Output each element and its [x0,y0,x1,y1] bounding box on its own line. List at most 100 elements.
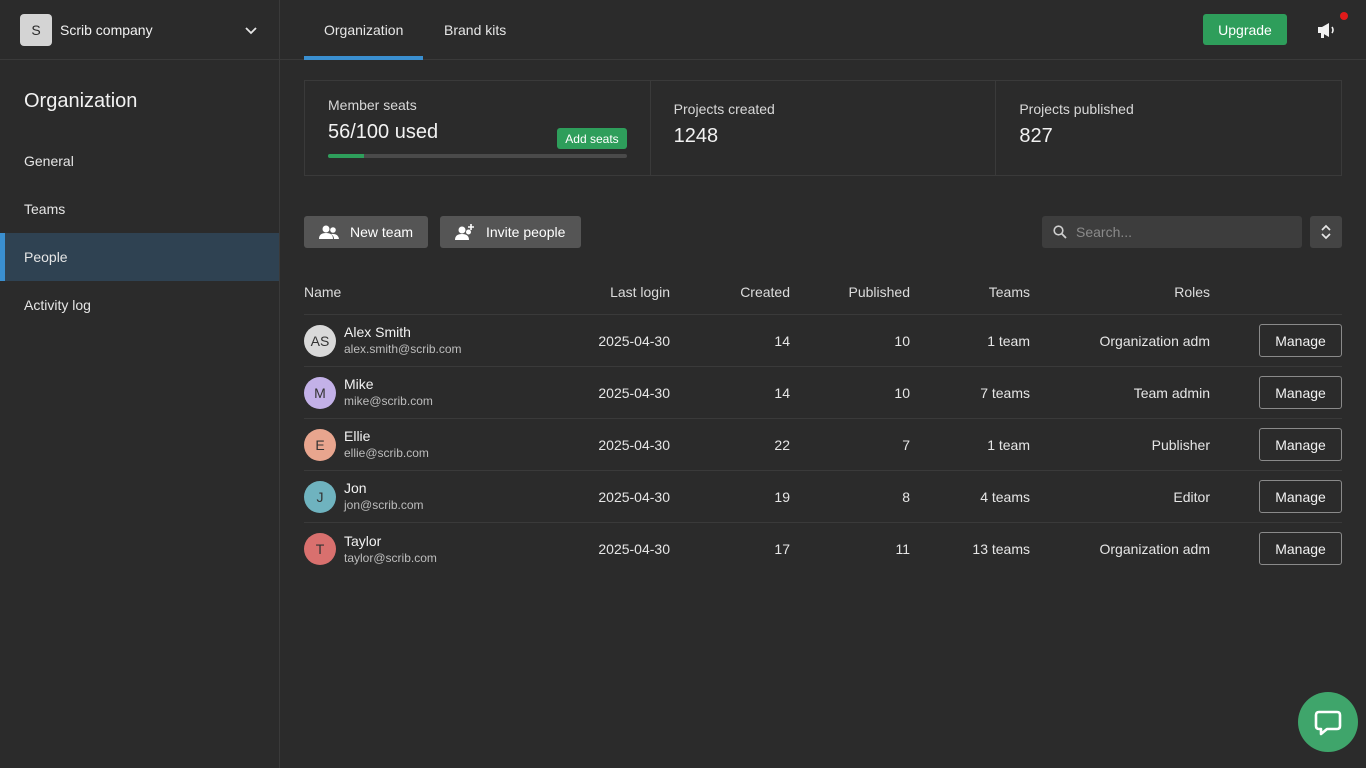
person-cell: M Mike mike@scrib.com [304,367,433,418]
stat-projects-published: Projects published 827 [995,81,1341,175]
stat-label: Projects published [1019,101,1134,117]
teams-cell: 1 team [987,436,1030,453]
megaphone-icon[interactable] [1314,17,1340,43]
avatar: J [304,480,336,513]
add-seats-button[interactable]: Add seats [557,128,627,149]
table-row: AS Alex Smith alex.smith@scrib.com 2025-… [304,315,1342,367]
person-name: Mike [344,376,374,392]
search-icon [1053,225,1067,239]
sort-icon [1321,224,1331,240]
seats-progress-fill [328,154,364,158]
header-last-login[interactable]: Last login [610,270,670,314]
person-info: Mike mike@scrib.com [344,376,433,409]
add-person-icon [455,224,474,240]
table-row: E Ellie ellie@scrib.com 2025-04-30 22 7 … [304,419,1342,471]
tab-label: Brand kits [444,22,507,38]
manage-button[interactable]: Manage [1259,480,1342,513]
person-info: Alex Smith alex.smith@scrib.com [344,324,462,357]
tab-brand-kits[interactable]: Brand kits [424,0,526,60]
stat-value: 1248 [673,125,719,147]
chat-button[interactable] [1298,692,1358,752]
notification-dot [1340,12,1348,20]
person-name: Ellie [344,428,371,444]
manage-button[interactable]: Manage [1259,532,1342,565]
sidebar-item-label: People [24,249,68,265]
header-published[interactable]: Published [849,270,911,314]
upgrade-button[interactable]: Upgrade [1203,14,1287,45]
header-created[interactable]: Created [740,270,790,314]
manage-button[interactable]: Manage [1259,324,1342,357]
top-header: Organization Brand kits Upgrade [280,0,1366,60]
chevron-down-icon [245,26,257,34]
stat-label: Projects created [673,101,775,117]
manage-button[interactable]: Manage [1259,428,1342,461]
manage-button[interactable]: Manage [1259,376,1342,409]
last-login-cell: 2025-04-30 [598,332,670,349]
stat-projects-created: Projects created 1248 [649,81,996,175]
search-box [1042,216,1302,248]
role-cell: Editor [1173,488,1210,505]
last-login-cell: 2025-04-30 [598,488,670,505]
sidebar-item-label: Teams [24,201,66,217]
created-cell: 19 [774,488,790,505]
avatar: T [304,533,336,565]
new-team-button[interactable]: New team [304,216,428,248]
role-cell: Organization adm [1099,332,1210,349]
company-avatar: S [20,13,52,46]
created-cell: 17 [774,541,790,557]
avatar: AS [304,324,336,357]
created-cell: 22 [774,436,790,453]
person-email: jon@scrib.com [344,498,424,512]
sidebar-item-activity-log[interactable]: Activity log [0,281,279,329]
tab-organization[interactable]: Organization [304,0,424,60]
published-cell: 7 [902,436,910,453]
header-roles[interactable]: Roles [1174,270,1210,314]
sidebar-item-teams[interactable]: Teams [0,185,279,233]
teams-cell: 7 teams [980,384,1030,401]
header-teams[interactable]: Teams [989,270,1030,314]
person-email: ellie@scrib.com [344,446,429,460]
avatar: E [304,428,336,461]
last-login-cell: 2025-04-30 [598,436,670,453]
company-name: Scrib company [60,21,153,38]
avatar: M [304,376,336,409]
person-cell: T Taylor taylor@scrib.com [304,523,437,575]
sidebar-item-general[interactable]: General [0,137,279,185]
seats-progress-bar [328,154,627,158]
invite-people-label: Invite people [486,224,566,240]
teams-cell: 4 teams [980,488,1030,505]
person-email: taylor@scrib.com [344,550,437,565]
company-switcher[interactable]: S Scrib company [0,0,279,60]
role-cell: Team admin [1133,384,1210,401]
person-info: Jon jon@scrib.com [344,480,424,513]
person-email: mike@scrib.com [344,394,433,408]
published-cell: 8 [902,488,910,505]
teams-cell: 13 teams [972,541,1030,557]
sort-button[interactable] [1310,216,1342,248]
new-team-label: New team [350,224,414,240]
published-cell: 10 [894,332,910,349]
sidebar-item-label: General [24,153,74,169]
person-name: Alex Smith [344,324,411,340]
person-email: alex.smith@scrib.com [344,342,462,356]
invite-people-button[interactable]: Invite people [440,216,581,248]
person-name: Taylor [344,532,382,549]
header-name[interactable]: Name [304,270,341,314]
tab-label: Organization [324,22,404,38]
last-login-cell: 2025-04-30 [598,384,670,401]
stat-label: Member seats [328,97,417,113]
sidebar-title: Organization [24,90,138,112]
stat-value: 827 [1019,125,1053,147]
person-name: Jon [344,480,367,496]
search-input[interactable] [1076,224,1286,240]
sidebar: S Scrib company Organization General Tea… [0,0,280,768]
table-row: T Taylor taylor@scrib.com 2025-04-30 17 … [304,523,1342,575]
teams-cell: 1 team [987,332,1030,349]
last-login-cell: 2025-04-30 [598,541,670,557]
person-cell: AS Alex Smith alex.smith@scrib.com [304,315,462,366]
person-info: Taylor taylor@scrib.com [344,533,437,566]
person-cell: E Ellie ellie@scrib.com [304,419,429,470]
created-cell: 14 [774,332,790,349]
sidebar-item-label: Activity log [24,297,91,313]
sidebar-item-people[interactable]: People [0,233,279,281]
